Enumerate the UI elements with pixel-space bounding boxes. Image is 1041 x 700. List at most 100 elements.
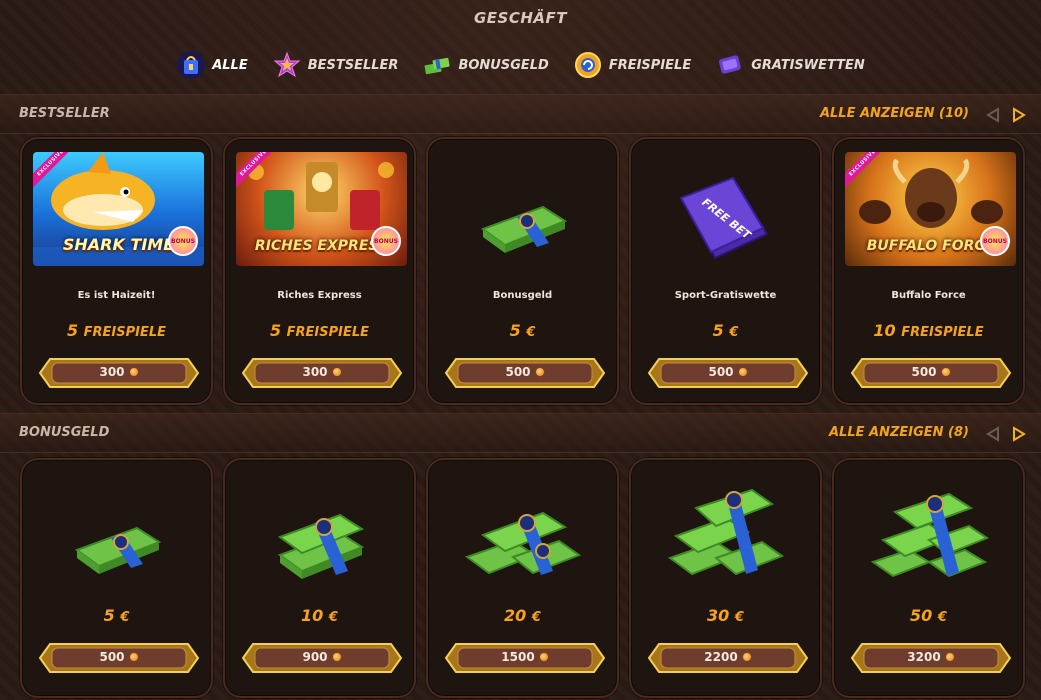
- coin-icon: [128, 367, 139, 377]
- bonus-badge: BONUS: [168, 226, 198, 256]
- money-stack-5-icon: [834, 482, 1023, 590]
- buy-button[interactable]: 1500: [440, 640, 610, 676]
- bonus-badge: BONUS: [980, 226, 1010, 256]
- product-card[interactable]: Bonusgeld 5 € 500: [426, 137, 619, 405]
- tab-bonusgeld[interactable]: BONUSGELD: [422, 50, 549, 80]
- game-thumbnail-buffalo-force: EXCLUSIVE BUFFALO FORCE BONUS: [845, 152, 1016, 266]
- bestseller-prev-arrow-icon[interactable]: [985, 107, 1001, 123]
- coin-icon: [940, 367, 951, 377]
- bestseller-see-all-link[interactable]: ALLE ANZEIGEN (10): [820, 106, 969, 121]
- card-title: Sport-Gratiswette: [674, 290, 777, 301]
- product-card[interactable]: EXCLUSIVE RICHES EXPRESS BONUS Riches Ex…: [223, 137, 416, 405]
- product-card[interactable]: 10 € 900: [223, 458, 416, 698]
- tab-bestseller-label: BESTSELLER: [307, 57, 399, 73]
- value-amount: 20: [504, 606, 527, 625]
- product-card[interactable]: 50 € 3200: [832, 458, 1025, 698]
- money-stack-1-icon: [22, 500, 211, 590]
- price-label: 3200: [846, 650, 1016, 664]
- buy-button[interactable]: 900: [237, 640, 407, 676]
- card-value: 10 FREISPIELE: [834, 321, 1023, 340]
- price-label: 2200: [643, 650, 813, 664]
- price-label: 500: [34, 650, 204, 664]
- price-label: 300: [237, 365, 407, 379]
- value-unit: €: [526, 325, 536, 340]
- bestseller-section-header: BESTSELLER ALLE ANZEIGEN (10): [0, 94, 1041, 134]
- tab-gratiswetten[interactable]: GRATISWETTEN: [715, 50, 865, 80]
- buy-button[interactable]: 3200: [846, 640, 1016, 676]
- value-unit: €: [729, 325, 739, 340]
- card-title: Riches Express: [277, 290, 362, 301]
- tab-alle[interactable]: ALLE: [176, 50, 248, 80]
- buy-button[interactable]: 500: [846, 355, 1016, 391]
- game-thumbnail-shark-time: EXCLUSIVE SHARK TIME BONUS: [33, 152, 204, 266]
- value-unit: FREISPIELE: [286, 325, 370, 340]
- coin-icon: [741, 652, 752, 662]
- value-amount: 5: [103, 606, 115, 625]
- buy-button[interactable]: 300: [34, 355, 204, 391]
- value-amount: 10: [301, 606, 324, 625]
- coin-icon: [331, 652, 342, 662]
- coin-icon: [128, 652, 139, 662]
- value-unit: €: [120, 610, 130, 625]
- bestseller-next-arrow-icon[interactable]: [1011, 107, 1027, 123]
- money-stack-icon: [422, 50, 452, 80]
- coin-icon: [534, 367, 545, 377]
- buy-button[interactable]: 300: [237, 355, 407, 391]
- card-title: Es ist Haizeit!: [77, 290, 156, 301]
- bonusgeld-prev-arrow-icon[interactable]: [985, 426, 1001, 442]
- value-amount: 10: [873, 321, 896, 340]
- value-amount: 30: [707, 606, 730, 625]
- coin-icon: [538, 652, 549, 662]
- bonus-badge: BONUS: [371, 226, 401, 256]
- bestseller-row: EXCLUSIVE SHARK TIME BONUS Es ist Haizei…: [20, 137, 1025, 405]
- free-spins-coin-icon: [573, 50, 603, 80]
- bonusgeld-row: 5 € 500 10 € 900 20 € 1500 30 € 2200 50 …: [20, 458, 1025, 698]
- card-value: 50 €: [834, 606, 1023, 625]
- product-card[interactable]: EXCLUSIVE SHARK TIME BONUS Es ist Haizei…: [20, 137, 213, 405]
- shopping-bag-icon: [176, 50, 206, 80]
- money-stack-3-icon: [428, 494, 617, 590]
- value-amount: 5: [66, 321, 79, 340]
- buy-button[interactable]: 500: [440, 355, 610, 391]
- bestseller-section-title: BESTSELLER: [19, 106, 110, 121]
- product-card[interactable]: 20 € 1500: [426, 458, 619, 698]
- bonusgeld-see-all-link[interactable]: ALLE ANZEIGEN (8): [829, 425, 969, 440]
- star-icon: [272, 50, 302, 80]
- price-label: 900: [237, 650, 407, 664]
- coin-icon: [331, 367, 342, 377]
- coin-icon: [737, 367, 748, 377]
- price-label: 500: [643, 365, 813, 379]
- card-value: 5 €: [631, 321, 820, 340]
- buy-button[interactable]: 500: [643, 355, 813, 391]
- value-unit: FREISPIELE: [83, 325, 167, 340]
- ticket-icon: [715, 50, 745, 80]
- value-unit: €: [937, 610, 947, 625]
- card-value: 5 €: [22, 606, 211, 625]
- free-bet-ticket-icon: FREE BET: [631, 169, 820, 279]
- card-value: 5 FREISPIELE: [22, 321, 211, 340]
- product-card[interactable]: FREE BET Sport-Gratiswette 5 € 500: [629, 137, 822, 405]
- card-value: 5 €: [428, 321, 617, 340]
- product-card[interactable]: 5 € 500: [20, 458, 213, 698]
- card-value: 20 €: [428, 606, 617, 625]
- price-label: 1500: [440, 650, 610, 664]
- card-title: Buffalo Force: [891, 290, 966, 301]
- value-unit: FREISPIELE: [901, 325, 984, 340]
- product-card[interactable]: EXCLUSIVE BUFFALO FORCE BONUS Buffalo Fo…: [832, 137, 1025, 405]
- product-card[interactable]: 30 € 2200: [629, 458, 822, 698]
- buy-button[interactable]: 500: [34, 640, 204, 676]
- bonusgeld-next-arrow-icon[interactable]: [1011, 426, 1027, 442]
- value-unit: €: [531, 610, 541, 625]
- page-title: GESCHÄFT: [473, 9, 567, 27]
- category-nav: ALLE BESTSELLER BONUSGELD FREISPIELE GRA…: [0, 48, 1041, 82]
- game-thumbnail-riches-express: EXCLUSIVE RICHES EXPRESS BONUS: [236, 152, 407, 266]
- card-value: 30 €: [631, 606, 820, 625]
- price-label: 300: [34, 365, 204, 379]
- money-stack-4-icon: [631, 482, 820, 590]
- tab-bestseller[interactable]: BESTSELLER: [272, 50, 399, 80]
- value-amount: 5: [509, 321, 521, 340]
- tab-freispiele[interactable]: FREISPIELE: [573, 50, 691, 80]
- value-unit: €: [734, 610, 744, 625]
- buy-button[interactable]: 2200: [643, 640, 813, 676]
- value-amount: 50: [910, 606, 933, 625]
